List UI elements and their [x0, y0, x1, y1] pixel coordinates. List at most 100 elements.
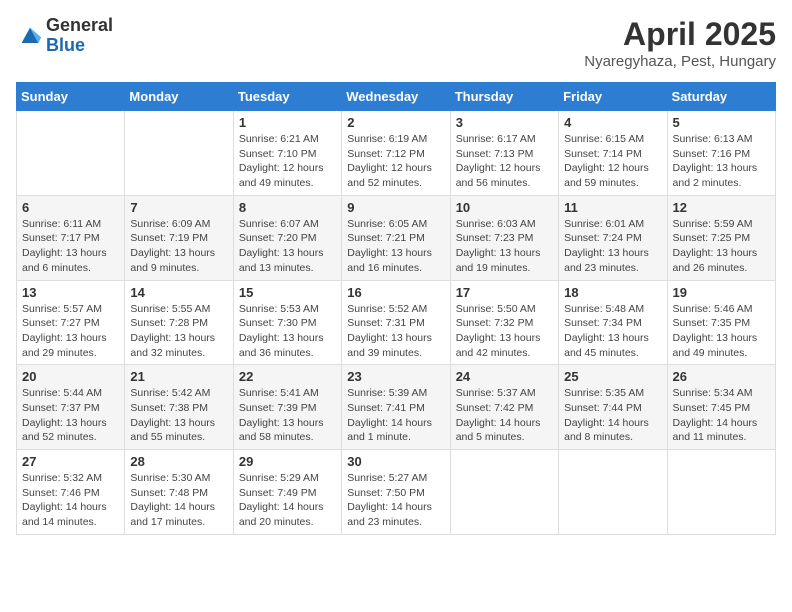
calendar-cell	[667, 450, 775, 535]
day-detail: Sunrise: 5:44 AM Sunset: 7:37 PM Dayligh…	[22, 386, 119, 445]
day-detail: Sunrise: 6:21 AM Sunset: 7:10 PM Dayligh…	[239, 132, 336, 191]
day-detail: Sunrise: 6:09 AM Sunset: 7:19 PM Dayligh…	[130, 217, 227, 276]
header-thursday: Thursday	[450, 83, 558, 111]
calendar-cell: 1 Sunrise: 6:21 AM Sunset: 7:10 PM Daylig…	[233, 111, 341, 196]
calendar-cell: 13 Sunrise: 5:57 AM Sunset: 7:27 PM Dayli…	[17, 280, 125, 365]
logo-general-text: General	[46, 15, 113, 35]
calendar-cell: 26 Sunrise: 5:34 AM Sunset: 7:45 PM Dayli…	[667, 365, 775, 450]
calendar-cell: 4Sunrise: 6:15 AM Sunset: 7:14 PM Daylig…	[559, 111, 667, 196]
logo-blue-text: Blue	[46, 35, 85, 55]
day-detail: Sunrise: 5:39 AM Sunset: 7:41 PM Dayligh…	[347, 386, 444, 445]
day-number: 29	[239, 454, 336, 469]
day-number: 25	[564, 369, 661, 384]
day-number: 5	[673, 115, 770, 130]
calendar-cell: 8Sunrise: 6:07 AM Sunset: 7:20 PM Daylig…	[233, 195, 341, 280]
day-detail: Sunrise: 5:37 AM Sunset: 7:42 PM Dayligh…	[456, 386, 553, 445]
day-detail: Sunrise: 5:29 AM Sunset: 7:49 PM Dayligh…	[239, 471, 336, 530]
day-number: 17	[456, 285, 553, 300]
day-number: 18	[564, 285, 661, 300]
calendar-cell: 11 Sunrise: 6:01 AM Sunset: 7:24 PM Dayli…	[559, 195, 667, 280]
day-number: 26	[673, 369, 770, 384]
calendar-cell: 16 Sunrise: 5:52 AM Sunset: 7:31 PM Dayli…	[342, 280, 450, 365]
calendar-cell: 3Sunrise: 6:17 AM Sunset: 7:13 PM Daylig…	[450, 111, 558, 196]
day-detail: Sunrise: 6:19 AM Sunset: 7:12 PM Dayligh…	[347, 132, 444, 191]
calendar-cell: 19Sunrise: 5:46 AM Sunset: 7:35 PM Dayli…	[667, 280, 775, 365]
day-detail: Sunrise: 5:27 AM Sunset: 7:50 PM Dayligh…	[347, 471, 444, 530]
day-detail: Sunrise: 5:52 AM Sunset: 7:31 PM Dayligh…	[347, 302, 444, 361]
logo-icon	[16, 22, 44, 50]
day-detail: Sunrise: 5:30 AM Sunset: 7:48 PM Dayligh…	[130, 471, 227, 530]
calendar-cell: 5 Sunrise: 6:13 AM Sunset: 7:16 PM Daylig…	[667, 111, 775, 196]
logo: General Blue	[16, 16, 113, 56]
day-detail: Sunrise: 6:11 AM Sunset: 7:17 PM Dayligh…	[22, 217, 119, 276]
calendar-cell: 22 Sunrise: 5:41 AM Sunset: 7:39 PM Dayli…	[233, 365, 341, 450]
page-subtitle: Nyaregyhaza, Pest, Hungary	[584, 53, 776, 70]
day-number: 14	[130, 285, 227, 300]
day-detail: Sunrise: 6:13 AM Sunset: 7:16 PM Dayligh…	[673, 132, 770, 191]
header-saturday: Saturday	[667, 83, 775, 111]
calendar-cell: 2 Sunrise: 6:19 AM Sunset: 7:12 PM Daylig…	[342, 111, 450, 196]
header-wednesday: Wednesday	[342, 83, 450, 111]
day-detail: Sunrise: 6:15 AM Sunset: 7:14 PM Dayligh…	[564, 132, 661, 191]
calendar-cell: 12 Sunrise: 5:59 AM Sunset: 7:25 PM Dayli…	[667, 195, 775, 280]
day-detail: Sunrise: 5:50 AM Sunset: 7:32 PM Dayligh…	[456, 302, 553, 361]
day-detail: Sunrise: 5:32 AM Sunset: 7:46 PM Dayligh…	[22, 471, 119, 530]
title-block: April 2025 Nyaregyhaza, Pest, Hungary	[584, 16, 776, 70]
calendar-cell: 9Sunrise: 6:05 AM Sunset: 7:21 PM Daylig…	[342, 195, 450, 280]
day-detail: Sunrise: 5:35 AM Sunset: 7:44 PM Dayligh…	[564, 386, 661, 445]
day-detail: Sunrise: 5:46 AM Sunset: 7:35 PM Dayligh…	[673, 302, 770, 361]
calendar-cell: 14 Sunrise: 5:55 AM Sunset: 7:28 PM Dayli…	[125, 280, 233, 365]
calendar-cell: 27 Sunrise: 5:32 AM Sunset: 7:46 PM Dayli…	[17, 450, 125, 535]
header-monday: Monday	[125, 83, 233, 111]
day-number: 16	[347, 285, 444, 300]
calendar-cell	[559, 450, 667, 535]
page-title: April 2025	[584, 16, 776, 53]
calendar-cell: 20 Sunrise: 5:44 AM Sunset: 7:37 PM Dayli…	[17, 365, 125, 450]
calendar-table: SundayMondayTuesdayWednesdayThursdayFrid…	[16, 82, 776, 535]
day-number: 1	[239, 115, 336, 130]
header-tuesday: Tuesday	[233, 83, 341, 111]
calendar-cell: 10Sunrise: 6:03 AM Sunset: 7:23 PM Dayli…	[450, 195, 558, 280]
day-number: 24	[456, 369, 553, 384]
day-number: 27	[22, 454, 119, 469]
page-header: General Blue April 2025 Nyaregyhaza, Pes…	[16, 16, 776, 70]
calendar-cell: 21 Sunrise: 5:42 AM Sunset: 7:38 PM Dayli…	[125, 365, 233, 450]
calendar-cell	[450, 450, 558, 535]
day-number: 30	[347, 454, 444, 469]
day-number: 20	[22, 369, 119, 384]
day-detail: Sunrise: 5:53 AM Sunset: 7:30 PM Dayligh…	[239, 302, 336, 361]
header-friday: Friday	[559, 83, 667, 111]
calendar-cell	[17, 111, 125, 196]
day-number: 10	[456, 200, 553, 215]
calendar-cell: 28 Sunrise: 5:30 AM Sunset: 7:48 PM Dayli…	[125, 450, 233, 535]
day-number: 23	[347, 369, 444, 384]
day-detail: Sunrise: 5:42 AM Sunset: 7:38 PM Dayligh…	[130, 386, 227, 445]
day-detail: Sunrise: 5:41 AM Sunset: 7:39 PM Dayligh…	[239, 386, 336, 445]
calendar-header: SundayMondayTuesdayWednesdayThursdayFrid…	[17, 83, 776, 111]
day-detail: Sunrise: 5:57 AM Sunset: 7:27 PM Dayligh…	[22, 302, 119, 361]
calendar-cell: 30 Sunrise: 5:27 AM Sunset: 7:50 PM Dayli…	[342, 450, 450, 535]
day-detail: Sunrise: 5:55 AM Sunset: 7:28 PM Dayligh…	[130, 302, 227, 361]
calendar-cell: 23 Sunrise: 5:39 AM Sunset: 7:41 PM Dayli…	[342, 365, 450, 450]
day-number: 8	[239, 200, 336, 215]
day-number: 12	[673, 200, 770, 215]
day-detail: Sunrise: 5:59 AM Sunset: 7:25 PM Dayligh…	[673, 217, 770, 276]
day-detail: Sunrise: 6:05 AM Sunset: 7:21 PM Dayligh…	[347, 217, 444, 276]
calendar-cell	[125, 111, 233, 196]
day-number: 13	[22, 285, 119, 300]
day-detail: Sunrise: 6:01 AM Sunset: 7:24 PM Dayligh…	[564, 217, 661, 276]
day-number: 7	[130, 200, 227, 215]
day-number: 15	[239, 285, 336, 300]
day-detail: Sunrise: 6:17 AM Sunset: 7:13 PM Dayligh…	[456, 132, 553, 191]
calendar-cell: 29 Sunrise: 5:29 AM Sunset: 7:49 PM Dayli…	[233, 450, 341, 535]
calendar-cell: 6Sunrise: 6:11 AM Sunset: 7:17 PM Daylig…	[17, 195, 125, 280]
day-number: 21	[130, 369, 227, 384]
calendar-cell: 25 Sunrise: 5:35 AM Sunset: 7:44 PM Dayli…	[559, 365, 667, 450]
day-number: 2	[347, 115, 444, 130]
day-number: 22	[239, 369, 336, 384]
calendar-cell: 18Sunrise: 5:48 AM Sunset: 7:34 PM Dayli…	[559, 280, 667, 365]
calendar-cell: 17 Sunrise: 5:50 AM Sunset: 7:32 PM Dayli…	[450, 280, 558, 365]
day-detail: Sunrise: 5:34 AM Sunset: 7:45 PM Dayligh…	[673, 386, 770, 445]
day-number: 11	[564, 200, 661, 215]
day-number: 28	[130, 454, 227, 469]
